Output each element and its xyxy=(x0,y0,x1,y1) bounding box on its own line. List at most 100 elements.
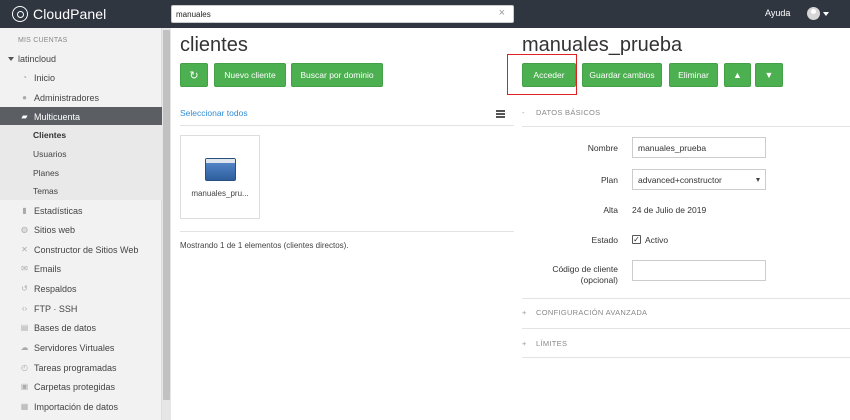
sidebar-item-respaldos[interactable]: ↺ Respaldos xyxy=(0,279,162,298)
bar-chart-icon: ▮ xyxy=(22,206,27,215)
section-divider xyxy=(522,126,850,127)
status-checkbox[interactable]: ✓ xyxy=(632,235,641,244)
search-domain-button[interactable]: Buscar por dominio xyxy=(291,63,383,87)
client-thumbnail-icon xyxy=(205,158,236,181)
expand-icon: + xyxy=(522,339,527,348)
new-client-button[interactable]: Nuevo cliente xyxy=(214,63,286,87)
sidebar-subitem-temas[interactable]: Temas xyxy=(0,181,162,200)
sidebar-item-emails[interactable]: ✉ Emails xyxy=(0,259,162,278)
sidebar-item-administradores[interactable]: ● Administradores xyxy=(0,88,162,107)
sidebar-item-label: Importación de datos xyxy=(34,401,119,412)
sidebar-item-bases-de-datos[interactable]: ▤ Bases de datos xyxy=(0,318,162,337)
sidebar-item-constructor[interactable]: ✕ Constructor de Sitios Web xyxy=(0,240,162,259)
globe-icon: ◍ xyxy=(21,225,28,234)
import-icon: ▦ xyxy=(20,402,29,411)
refresh-icon: ↻ xyxy=(189,69,199,82)
client-card[interactable]: manuales_pru... xyxy=(180,135,260,219)
sidebar-item-label: Administradores xyxy=(34,92,100,103)
sidebar-item-label: Carpetas protegidas xyxy=(34,381,116,392)
brand-logo[interactable]: CloudPanel xyxy=(12,5,106,23)
help-link[interactable]: Ayuda xyxy=(765,8,790,18)
sidebar-subitem-planes[interactable]: Planes xyxy=(0,163,162,182)
name-input[interactable]: manuales_prueba xyxy=(632,137,766,158)
avatar-icon xyxy=(807,7,820,20)
collapse-icon: - xyxy=(522,108,525,117)
select-all-link[interactable]: Seleccionar todos xyxy=(180,108,248,118)
client-code-input[interactable] xyxy=(632,260,766,281)
history-icon: ↺ xyxy=(21,284,28,293)
highlight-box xyxy=(507,54,577,95)
sidebar-item-label: FTP · SSH xyxy=(34,303,78,314)
plan-selected-value: advanced+constructor xyxy=(638,174,722,185)
dropdown-arrow-icon xyxy=(756,178,760,182)
sidebar-item-servidores-virtuales[interactable]: ☁ Servidores Virtuales xyxy=(0,338,162,357)
refresh-button[interactable]: ↻ xyxy=(180,63,208,87)
list-view-icon[interactable] xyxy=(496,110,505,118)
move-down-button[interactable]: ▼ xyxy=(755,63,783,87)
scrollbar-thumb[interactable] xyxy=(163,30,170,400)
status-label: Estado xyxy=(591,235,618,245)
clear-icon[interactable]: × xyxy=(499,7,505,19)
section-limits[interactable]: + LÍMITES xyxy=(522,339,567,348)
sidebar-item-label: Bases de datos xyxy=(34,322,97,333)
plan-select[interactable]: advanced+constructor xyxy=(632,169,766,190)
caret-down-icon xyxy=(8,57,14,61)
sidebar-account[interactable]: latincloud xyxy=(0,49,162,68)
delete-button[interactable]: Eliminar xyxy=(669,63,718,87)
sidebar-item-estadisticas[interactable]: ▮ Estadísticas xyxy=(0,201,162,220)
sidebar-subitem-clientes[interactable]: Clientes xyxy=(0,125,162,144)
status-value: Activo xyxy=(645,235,669,245)
code-icon: ‹› xyxy=(21,304,28,313)
tools-icon: ✕ xyxy=(21,245,28,254)
save-changes-button[interactable]: Guardar cambios xyxy=(582,63,662,87)
sidebar-item-ftp-ssh[interactable]: ‹› FTP · SSH xyxy=(0,299,162,318)
server-icon: ☁ xyxy=(20,343,29,352)
envelope-icon: ✉ xyxy=(21,264,28,273)
clients-title: clientes xyxy=(180,34,248,56)
search-input[interactable] xyxy=(172,6,472,22)
sidebar: MIS CUENTAS latincloud ◔ Inicio ● Administ… xyxy=(0,28,162,420)
section-label: LÍMITES xyxy=(536,339,568,348)
sidebar-item-label: Respaldos xyxy=(34,283,77,294)
expand-icon: + xyxy=(522,308,527,317)
sidebar-item-label: Multicuenta xyxy=(34,111,81,122)
user-menu[interactable] xyxy=(807,7,829,20)
section-divider xyxy=(522,328,850,329)
database-icon: ▤ xyxy=(20,323,29,332)
lock-icon: ▣ xyxy=(20,382,29,391)
top-bar: CloudPanel × Ayuda xyxy=(0,0,850,28)
sidebar-item-label: Sitios web xyxy=(34,224,76,235)
section-basic-data[interactable]: - DATOS BÁSICOS xyxy=(522,108,600,117)
sidebar-scrollbar[interactable] xyxy=(162,28,171,420)
name-label: Nombre xyxy=(587,143,618,153)
briefcase-icon: ▰ xyxy=(21,112,28,121)
signup-date-value: 24 de Julio de 2019 xyxy=(632,205,707,215)
section-advanced-config[interactable]: + CONFIGURACIÓN AVANZADA xyxy=(522,308,647,317)
sidebar-item-inicio[interactable]: ◔ Inicio xyxy=(0,68,162,87)
chevron-down-icon: ▼ xyxy=(764,70,774,80)
cloudpanel-logo-icon xyxy=(12,6,28,22)
clock-icon: ◴ xyxy=(21,363,28,372)
brand-name: CloudPanel xyxy=(33,6,107,22)
sidebar-item-label: Constructor de Sitios Web xyxy=(34,244,139,255)
sidebar-item-label: Estadísticas xyxy=(34,205,83,216)
signup-date-label: Alta xyxy=(603,205,618,215)
move-up-button[interactable]: ▲ xyxy=(724,63,751,87)
plan-label: Plan xyxy=(600,175,618,185)
section-divider xyxy=(522,298,850,299)
sidebar-account-label: latincloud xyxy=(18,53,57,64)
search-box[interactable]: × xyxy=(171,5,514,23)
sidebar-subitem-usuarios[interactable]: Usuarios xyxy=(0,144,162,163)
clients-list-divider xyxy=(180,231,514,232)
sidebar-item-sitios-web[interactable]: ◍ Sitios web xyxy=(0,220,162,239)
users-icon: ● xyxy=(22,93,27,102)
section-label: CONFIGURACIÓN AVANZADA xyxy=(536,308,648,317)
sidebar-item-tareas-programadas[interactable]: ◴ Tareas programadas xyxy=(0,358,162,377)
sidebar-item-importacion[interactable]: ▦ Importación de datos xyxy=(0,397,162,416)
sidebar-item-label: Inicio xyxy=(34,72,56,83)
sidebar-item-label: Emails xyxy=(34,263,62,274)
sidebar-item-carpetas-protegidas[interactable]: ▣ Carpetas protegidas xyxy=(0,377,162,396)
dashboard-icon: ◔ xyxy=(22,73,27,82)
sidebar-item-multicuenta[interactable]: ▰ Multicuenta xyxy=(0,107,162,126)
pagination-status: Mostrando 1 de 1 elementos (clientes dir… xyxy=(180,241,349,250)
